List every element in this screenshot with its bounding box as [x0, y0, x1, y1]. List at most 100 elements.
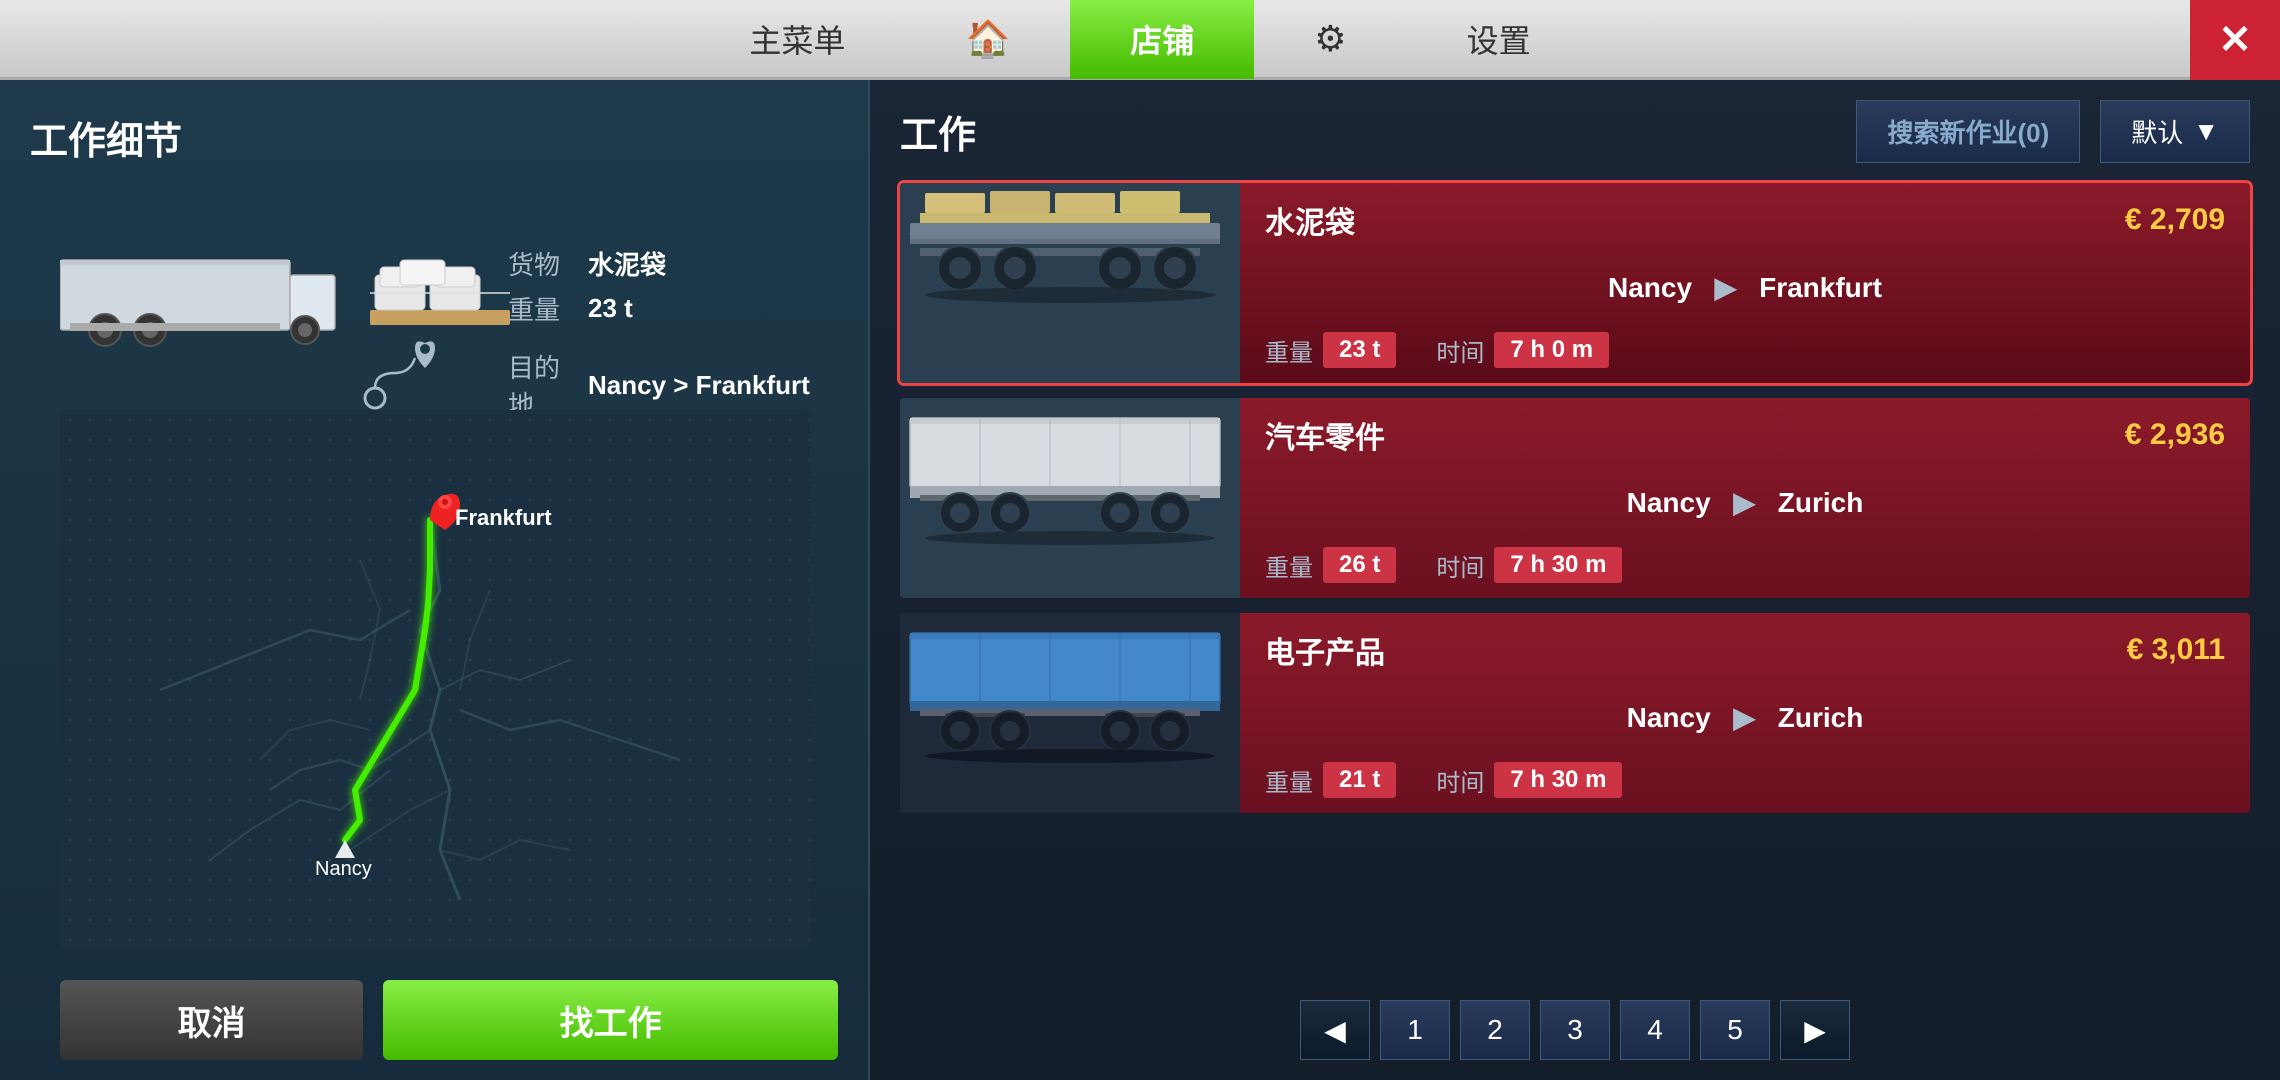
nav-main-menu[interactable]: 主菜单	[689, 0, 905, 79]
weight-label-1: 重量	[1265, 548, 1313, 583]
page-2-button[interactable]: 2	[1460, 1000, 1530, 1060]
job-to-0: Frankfurt	[1759, 272, 1882, 303]
cargo-icon	[350, 225, 530, 345]
pagination: ◀ 1 2 3 4 5 ▶	[900, 1000, 2250, 1060]
next-page-button[interactable]: ▶	[1780, 1000, 1850, 1060]
job-details-row-0: 重量 23 t 时间 7 h 0 m	[1265, 332, 2225, 368]
page-4-button[interactable]: 4	[1620, 1000, 1690, 1060]
nav-settings-icon[interactable]: ⚙	[1254, 0, 1406, 79]
job-weight-item-1: 重量 26 t	[1265, 547, 1396, 583]
time-label-2: 时间	[1436, 763, 1484, 798]
weight-val-1: 26 t	[1323, 547, 1396, 583]
trailer-flat-svg	[900, 183, 1240, 383]
settings-label: 设置	[1467, 16, 1531, 62]
job-card-2-image	[900, 613, 1240, 813]
truck-preview	[60, 235, 340, 355]
route-map: Frankfurt Nancy	[60, 410, 810, 950]
close-icon: ✕	[2218, 17, 2252, 63]
route-icon	[360, 338, 470, 418]
job-to-2: Zurich	[1778, 702, 1864, 733]
job-card-0-image	[900, 183, 1240, 383]
cargo-row: 货物 水泥袋	[508, 245, 838, 282]
nav-home[interactable]: 🏠	[905, 0, 1070, 79]
job-from-2: Nancy	[1627, 702, 1711, 733]
page-5-button[interactable]: 5	[1700, 1000, 1770, 1060]
page-4-label: 4	[1647, 1014, 1663, 1046]
dest-value: Nancy > Frankfurt	[588, 370, 810, 401]
job-route-0: Nancy ▶ Frankfurt	[1265, 271, 2225, 304]
route-arrow-1: ▶	[1733, 487, 1762, 518]
job-weight-item-2: 重量 21 t	[1265, 762, 1396, 798]
page-2-label: 2	[1487, 1014, 1503, 1046]
job-card-2[interactable]: 电子产品 € 3,011 Nancy ▶ Zurich 重量 21 t	[900, 613, 2250, 813]
main-menu-label: 主菜单	[749, 16, 845, 62]
job-time-item-2: 时间 7 h 30 m	[1436, 762, 1622, 798]
job-card-1-header: 汽车零件 € 2,936	[1265, 413, 2225, 457]
bottom-buttons: 取消 找工作	[60, 980, 838, 1060]
route-arrow-0: ▶	[1715, 272, 1744, 303]
job-route-2: Nancy ▶ Zurich	[1265, 701, 2225, 734]
gear-icon: ⚙	[1314, 18, 1346, 60]
cancel-button[interactable]: 取消	[60, 980, 363, 1060]
job-card-1[interactable]: 汽车零件 € 2,936 Nancy ▶ Zurich 重量 26 t	[900, 398, 2250, 598]
weight-val-0: 23 t	[1323, 332, 1396, 368]
job-details-title: 工作细节	[30, 110, 838, 165]
job-card-0-info: 水泥袋 € 2,709 Nancy ▶ Frankfurt 重量 23 t	[1240, 183, 2250, 383]
time-val-2: 7 h 30 m	[1494, 762, 1622, 798]
cargo-info: 货物 水泥袋 重量 23 t	[508, 245, 838, 335]
weight-label-0: 重量	[1265, 333, 1313, 368]
weight-val-2: 21 t	[1323, 762, 1396, 798]
job-details-row-2: 重量 21 t 时间 7 h 30 m	[1265, 762, 2225, 798]
prev-page-button[interactable]: ◀	[1300, 1000, 1370, 1060]
cargo-icon-area	[350, 225, 530, 350]
weight-label-2: 重量	[1265, 763, 1313, 798]
job-card-1-info: 汽车零件 € 2,936 Nancy ▶ Zurich 重量 26 t	[1240, 398, 2250, 598]
dropdown-icon: ▼	[2193, 116, 2219, 147]
job-price-1: € 2,936	[2125, 418, 2225, 452]
page-1-label: 1	[1407, 1014, 1423, 1046]
page-5-label: 5	[1727, 1014, 1743, 1046]
job-card-2-header: 电子产品 € 3,011	[1265, 628, 2225, 672]
shop-label: 店铺	[1130, 16, 1194, 62]
cargo-label: 货物	[508, 245, 578, 282]
time-val-0: 7 h 0 m	[1494, 332, 1609, 368]
time-label-0: 时间	[1436, 333, 1484, 368]
home-icon: 🏠	[965, 18, 1010, 60]
job-cargo-1: 汽车零件	[1265, 413, 1385, 457]
job-to-1: Zurich	[1778, 487, 1864, 518]
top-navigation: 主菜单 🏠 店铺 ⚙ 设置 ✕	[0, 0, 2280, 80]
jobs-panel: 工作 搜索新作业(0) 默认 ▼	[870, 80, 2280, 1080]
nav-items: 主菜单 🏠 店铺 ⚙ 设置	[0, 0, 2280, 79]
page-3-button[interactable]: 3	[1540, 1000, 1610, 1060]
default-sort-button[interactable]: 默认 ▼	[2100, 100, 2250, 163]
jobs-title: 工作	[900, 104, 1836, 159]
main-content: 工作细节	[0, 80, 2280, 1080]
job-cargo-2: 电子产品	[1265, 628, 1385, 672]
time-label-1: 时间	[1436, 548, 1484, 583]
page-3-label: 3	[1567, 1014, 1583, 1046]
weight-value: 23 t	[588, 293, 633, 324]
trailer-blue-svg	[900, 613, 1240, 813]
job-weight-item-0: 重量 23 t	[1265, 332, 1396, 368]
time-val-1: 7 h 30 m	[1494, 547, 1622, 583]
svg-text:Frankfurt: Frankfurt	[455, 505, 552, 530]
nav-settings[interactable]: 设置	[1407, 0, 1591, 79]
page-1-button[interactable]: 1	[1380, 1000, 1450, 1060]
job-card-0-header: 水泥袋 € 2,709	[1265, 198, 2225, 242]
weight-label: 重量	[508, 290, 578, 327]
job-cargo-0: 水泥袋	[1265, 198, 1355, 242]
jobs-header: 工作 搜索新作业(0) 默认 ▼	[900, 100, 2250, 163]
job-card-0[interactable]: 水泥袋 € 2,709 Nancy ▶ Frankfurt 重量 23 t	[900, 183, 2250, 383]
job-card-2-info: 电子产品 € 3,011 Nancy ▶ Zurich 重量 21 t	[1240, 613, 2250, 813]
trailer-box-svg	[900, 398, 1240, 598]
job-price-2: € 3,011	[2127, 633, 2225, 667]
job-time-item-0: 时间 7 h 0 m	[1436, 332, 1609, 368]
nav-shop[interactable]: 店铺	[1070, 0, 1254, 79]
search-new-job-button[interactable]: 搜索新作业(0)	[1856, 100, 2080, 163]
job-details-panel: 工作细节	[0, 80, 870, 1080]
job-price-0: € 2,709	[2125, 203, 2225, 237]
find-job-button[interactable]: 找工作	[383, 980, 838, 1060]
close-button[interactable]: ✕	[2190, 0, 2280, 80]
job-card-1-image	[900, 398, 1240, 598]
cargo-value: 水泥袋	[588, 245, 666, 282]
